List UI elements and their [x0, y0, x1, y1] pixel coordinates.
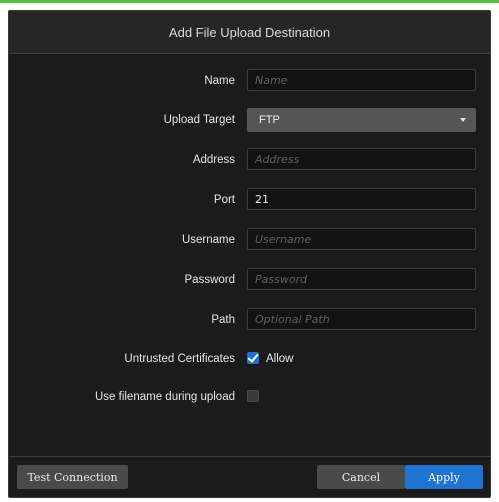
upload-target-label: Upload Target	[163, 114, 235, 126]
address-input[interactable]	[247, 148, 476, 170]
chevron-down-icon	[460, 118, 466, 122]
port-label: Port	[213, 194, 235, 206]
allow-label[interactable]: Allow	[266, 347, 293, 371]
port-row: Port	[9, 188, 490, 212]
username-row: Username	[9, 228, 490, 252]
address-row: Address	[9, 148, 490, 172]
password-row: Password	[9, 268, 490, 292]
address-label: Address	[192, 154, 235, 166]
add-upload-destination-dialog: Add File Upload Destination Name Upload …	[8, 10, 491, 498]
untrusted-certificates-label: Untrusted Certificates	[124, 353, 235, 365]
dialog-footer: Test Connection Cancel Apply	[9, 456, 490, 497]
test-connection-button[interactable]: Test Connection	[17, 465, 128, 489]
allow-untrusted-checkbox[interactable]	[247, 351, 259, 364]
cancel-button[interactable]: Cancel	[317, 465, 405, 489]
name-input[interactable]	[247, 69, 476, 91]
password-label: Password	[184, 274, 236, 286]
path-row: Path	[9, 308, 490, 332]
path-input[interactable]	[247, 308, 476, 330]
name-label: Name	[204, 75, 235, 87]
checkmark-icon	[247, 351, 259, 363]
top-accent-strip	[0, 0, 499, 3]
upload-target-value: FTP	[259, 114, 280, 126]
use-filename-label: Use filename during upload	[94, 391, 235, 403]
dialog-title: Add File Upload Destination	[168, 24, 331, 40]
username-label: Username	[181, 234, 235, 246]
apply-button[interactable]: Apply	[405, 465, 483, 489]
use-filename-checkbox[interactable]	[247, 390, 259, 402]
username-input[interactable]	[247, 228, 476, 250]
password-input[interactable]	[247, 268, 476, 290]
path-label: Path	[211, 314, 235, 326]
name-row: Name	[9, 69, 490, 93]
use-filename-row: Use filename during upload	[9, 385, 490, 409]
port-input[interactable]	[247, 188, 476, 210]
dialog-header: Add File Upload Destination	[9, 11, 490, 54]
untrusted-certificates-row: Untrusted Certificates Allow	[9, 347, 490, 371]
upload-target-row: Upload Target FTP	[9, 108, 490, 132]
upload-target-select[interactable]: FTP	[247, 108, 476, 132]
